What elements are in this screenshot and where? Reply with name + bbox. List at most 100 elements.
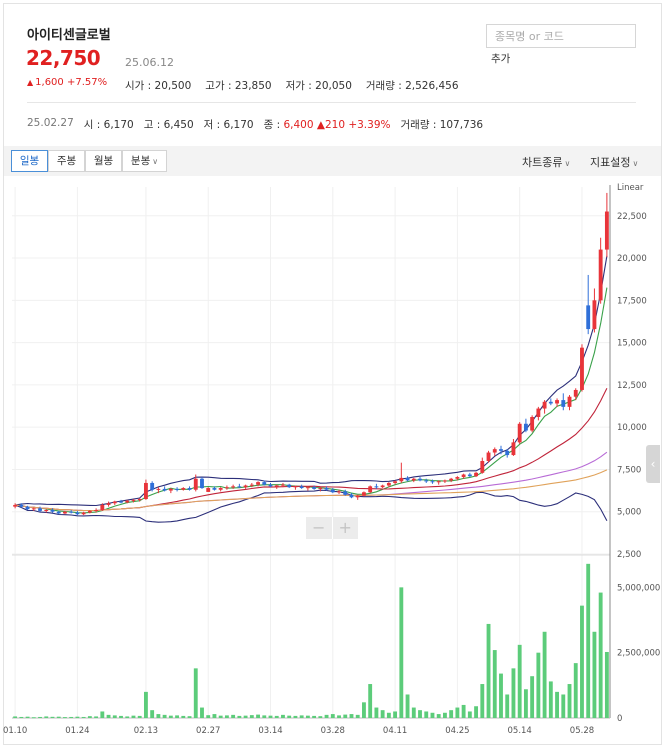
volume-bar xyxy=(349,714,354,718)
volume-bar xyxy=(119,715,123,718)
volume-bar xyxy=(56,716,61,718)
zoom-in-button[interactable]: + xyxy=(331,517,359,539)
volume-tick-label: 0 xyxy=(617,714,622,724)
volume-bar xyxy=(87,716,92,718)
candle-body xyxy=(100,504,105,511)
candle-body xyxy=(442,480,447,482)
volume-bar xyxy=(231,714,236,718)
date-tick-label: 03.14 xyxy=(258,726,282,736)
price-tick-label: 5,000 xyxy=(617,508,641,518)
volume-bar xyxy=(337,715,341,718)
candle-body xyxy=(536,408,541,418)
volume-bar xyxy=(175,715,180,718)
zoom-out-button[interactable]: − xyxy=(306,517,332,539)
volume-bar xyxy=(461,704,466,718)
candle-body xyxy=(330,489,335,493)
candle-body xyxy=(200,478,204,489)
date-tick-label: 02.27 xyxy=(196,726,220,736)
price-tick-label: 12,500 xyxy=(617,381,647,391)
candle-body xyxy=(168,488,173,491)
date-tick-label: 04.25 xyxy=(445,726,469,736)
candle-body xyxy=(281,484,285,486)
candle-body xyxy=(137,499,142,501)
price-tick-label: 10,000 xyxy=(617,423,647,433)
candle-body xyxy=(474,472,479,477)
candle-body xyxy=(580,347,584,390)
candle-body xyxy=(181,488,186,490)
volume-tick-label: 2,500,000 xyxy=(617,649,660,659)
candle-body xyxy=(69,511,74,513)
candle-body xyxy=(75,512,80,515)
volume-bar xyxy=(19,716,24,718)
candle-body xyxy=(449,478,454,481)
candle-body xyxy=(480,460,485,473)
candle-body xyxy=(312,487,317,489)
candle-body xyxy=(586,305,591,330)
candle-body xyxy=(355,495,360,498)
volume-bar xyxy=(362,702,366,718)
price-tick-label: 20,000 xyxy=(617,254,647,264)
collapse-panel-handle[interactable]: ‹ xyxy=(646,445,660,483)
volume-bar xyxy=(542,631,547,718)
candle-body xyxy=(56,511,61,514)
candle-body xyxy=(119,501,123,503)
volume-bar xyxy=(511,668,516,718)
candle-body xyxy=(150,482,155,490)
candle-body xyxy=(604,211,609,250)
candle-body xyxy=(455,477,460,479)
candle-body xyxy=(592,300,597,330)
candle-body xyxy=(399,477,404,482)
candle-body xyxy=(156,488,161,490)
candle-body xyxy=(243,485,248,488)
candle-body xyxy=(318,488,323,490)
volume-bar xyxy=(492,650,497,718)
volume-bar xyxy=(162,714,167,718)
candle-body xyxy=(548,401,553,404)
candle-body xyxy=(386,482,391,486)
volume-bar xyxy=(505,694,510,718)
volume-bar xyxy=(224,715,229,718)
candle-body xyxy=(44,510,49,512)
volume-bar xyxy=(249,715,254,718)
candle-body xyxy=(206,488,211,492)
candle-body xyxy=(461,474,466,478)
volume-bar xyxy=(44,716,49,718)
candle-body xyxy=(262,482,267,485)
candle-body xyxy=(499,449,503,451)
volume-bar xyxy=(418,710,422,718)
volume-bar xyxy=(137,715,142,718)
volume-bar xyxy=(268,715,273,718)
price-tick-label: 22,500 xyxy=(617,212,647,222)
stock-chart[interactable]: Linear 2,500 5,000 7,500 10,000 12,500 15,000 1… xyxy=(0,0,666,748)
candle-body xyxy=(287,484,292,488)
candle-body xyxy=(380,485,385,488)
candle-body xyxy=(349,494,354,498)
volume-bar xyxy=(368,684,373,718)
candle-body xyxy=(31,508,36,510)
date-tick-label: 04.11 xyxy=(383,726,407,736)
volume-bar xyxy=(436,714,441,718)
volume-bar xyxy=(380,710,385,718)
volume-bar xyxy=(94,716,99,718)
candle-body xyxy=(50,510,55,512)
volume-tick-label: 5,000,000 xyxy=(617,583,660,593)
volume-bar xyxy=(424,711,429,718)
candle-body xyxy=(505,450,510,456)
candle-body xyxy=(573,389,578,397)
date-tick-label: 01.24 xyxy=(65,726,89,736)
volume-bar xyxy=(293,715,298,718)
volume-bar xyxy=(318,716,323,718)
candle-body xyxy=(106,503,111,505)
candle-body xyxy=(175,488,180,490)
scale-type-label: Linear xyxy=(617,183,644,193)
candle-body xyxy=(212,488,217,490)
volume-bar xyxy=(586,563,591,718)
volume-bar xyxy=(31,717,36,719)
candle-body xyxy=(249,484,254,486)
zoom-controls: − + xyxy=(306,517,358,539)
volume-bar xyxy=(312,715,317,718)
volume-bar xyxy=(530,676,535,718)
volume-bar xyxy=(212,714,217,718)
volume-bar xyxy=(187,716,192,718)
volume-bar xyxy=(143,691,148,718)
